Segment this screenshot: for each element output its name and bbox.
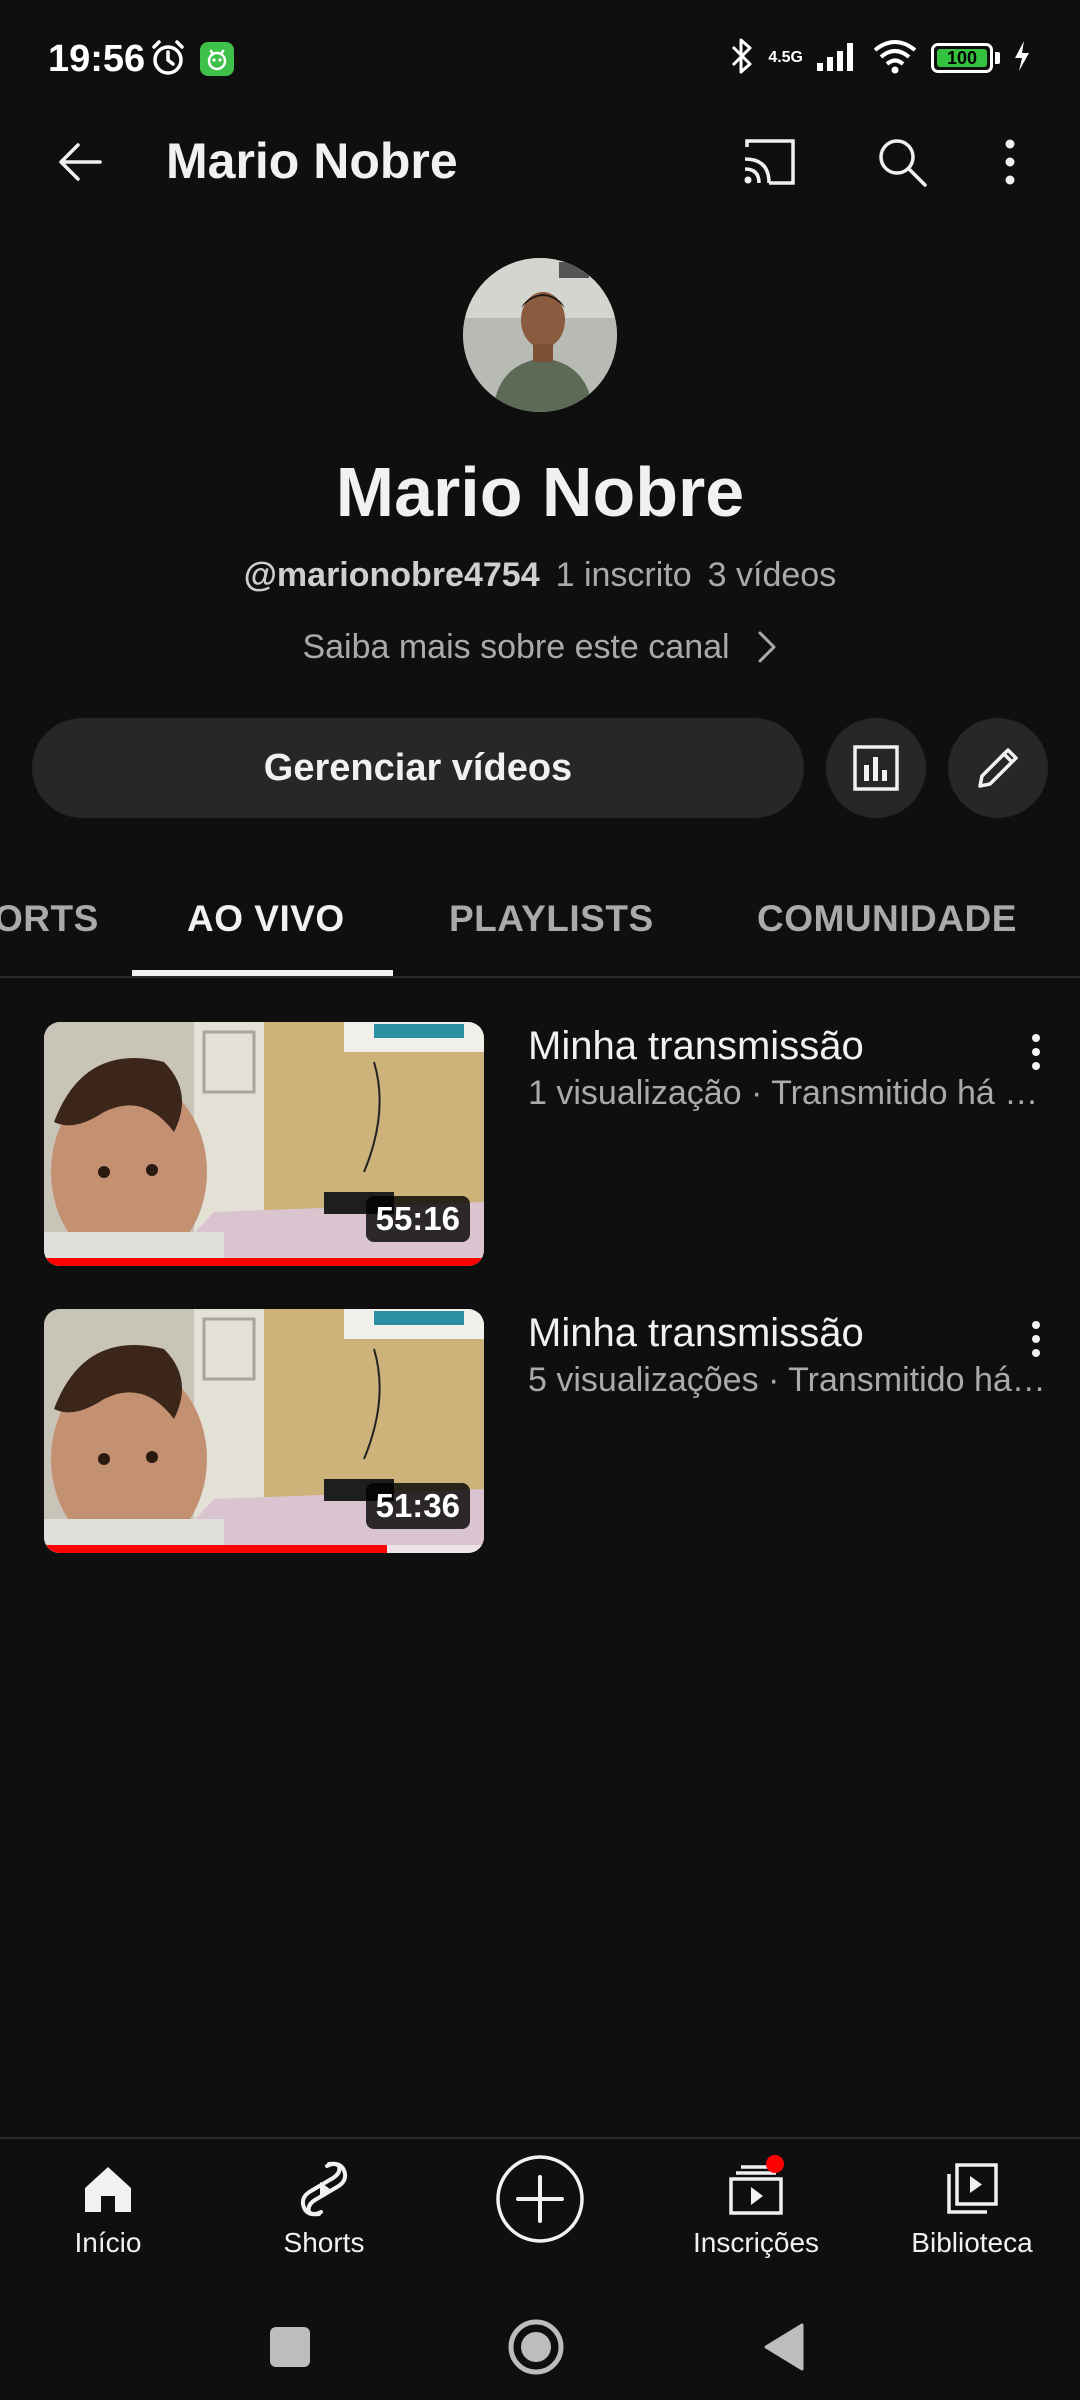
edit-channel-button[interactable] — [948, 718, 1048, 818]
alarm-icon — [148, 38, 188, 78]
wifi-icon — [871, 37, 919, 80]
back-system-button[interactable] — [734, 2297, 834, 2397]
watch-progress-bar — [44, 1545, 388, 1553]
video-title[interactable]: Minha transmissão — [528, 1024, 1018, 1069]
watch-progress-track — [44, 1545, 484, 1553]
video-meta: 5 visualizações · Transmitido há 2 dias — [528, 1361, 1050, 1399]
video-title[interactable]: Minha transmissão — [528, 1311, 1018, 1356]
recents-button[interactable] — [240, 2297, 340, 2397]
app-notification-icon — [200, 42, 234, 76]
tab-shorts[interactable]: ORTS — [0, 860, 99, 978]
back-button[interactable] — [40, 122, 120, 202]
nav-subscriptions[interactable]: Inscrições — [648, 2139, 864, 2299]
status-right-group: 4.5G 100 — [728, 36, 1032, 80]
channel-tabs: ORTS AO VIVO PLAYLISTS COMUNIDADE — [0, 860, 1080, 978]
tab-community[interactable]: COMUNIDADE — [757, 860, 1017, 978]
back-triangle-icon — [764, 2323, 804, 2371]
nav-label: Shorts — [283, 2227, 365, 2258]
signal-icon — [815, 39, 859, 78]
video-count: 3 vídeos — [707, 556, 837, 594]
analytics-icon — [853, 745, 899, 791]
battery-tip — [995, 52, 1000, 64]
watch-progress-bar — [44, 1258, 484, 1266]
nav-library[interactable]: Biblioteca — [864, 2139, 1080, 2299]
edit-pencil-icon — [978, 748, 1018, 788]
chevron-right-icon — [758, 631, 776, 663]
search-icon — [879, 139, 927, 187]
more-vert-icon — [1032, 1321, 1040, 1357]
channel-avatar[interactable] — [463, 258, 617, 412]
tab-live[interactable]: AO VIVO — [187, 860, 345, 978]
analytics-button[interactable] — [826, 718, 926, 818]
bluetooth-icon — [728, 36, 756, 81]
video-more-button[interactable] — [1016, 1022, 1056, 1082]
home-icon — [78, 2159, 138, 2219]
nav-label: Início — [74, 2227, 142, 2258]
about-channel-label: Saiba mais sobre este canal — [302, 627, 730, 666]
nav-create[interactable] — [432, 2139, 648, 2299]
video-thumbnail[interactable]: 51:36 — [44, 1309, 484, 1553]
charging-icon — [1012, 39, 1032, 78]
back-arrow-icon — [59, 143, 102, 181]
battery-icon: 100 — [931, 43, 993, 73]
nav-home[interactable]: Início — [0, 2139, 216, 2299]
video-list-item[interactable]: 55:16 Minha transmissão 1 visualização ·… — [0, 1022, 1080, 1272]
more-vert-icon — [1005, 139, 1015, 185]
video-duration: 55:16 — [365, 1196, 470, 1242]
page-title: Mario Nobre — [166, 133, 458, 189]
system-navigation-bar — [0, 2297, 1080, 2400]
home-system-button[interactable] — [486, 2297, 586, 2397]
video-meta: 1 visualização · Transmitido há 1 dia — [528, 1074, 1050, 1112]
nav-label: Biblioteca — [911, 2227, 1033, 2258]
subscriber-count: 1 inscrito — [555, 556, 692, 594]
bottom-navigation: Início Shorts Inscrições Biblioteca — [0, 2137, 1080, 2297]
subscriptions-icon — [726, 2155, 786, 2219]
video-thumbnail[interactable]: 55:16 — [44, 1022, 484, 1266]
active-tab-indicator — [132, 970, 393, 976]
manage-videos-button[interactable]: Gerenciar vídeos — [32, 718, 804, 818]
nav-shorts[interactable]: Shorts — [216, 2139, 432, 2299]
about-channel-link[interactable]: Saiba mais sobre este canal — [0, 622, 1080, 672]
search-button[interactable] — [862, 122, 942, 202]
home-circle-icon — [508, 2319, 564, 2375]
tab-playlists[interactable]: PLAYLISTS — [449, 860, 654, 978]
video-list-item[interactable]: 51:36 Minha transmissão 5 visualizações … — [0, 1309, 1080, 1559]
status-time: 19:56 — [48, 38, 146, 80]
video-duration: 51:36 — [365, 1483, 470, 1529]
notification-dot — [766, 2155, 784, 2173]
create-plus-icon — [494, 2153, 586, 2245]
battery-level: 100 — [946, 47, 978, 68]
library-icon — [942, 2159, 1002, 2219]
recents-square-icon — [270, 2327, 310, 2367]
channel-meta: @marionobre4754 1 inscrito 3 vídeos — [0, 556, 1080, 595]
watch-progress-track — [44, 1258, 484, 1266]
network-type: 4.5G — [768, 49, 803, 66]
cast-button[interactable] — [730, 122, 810, 202]
video-more-button[interactable] — [1016, 1309, 1056, 1369]
channel-handle: @marionobre4754 — [243, 556, 540, 594]
cast-icon — [744, 139, 795, 185]
channel-name: Mario Nobre — [335, 453, 745, 531]
shorts-icon — [294, 2159, 354, 2219]
more-vert-icon — [1032, 1034, 1040, 1070]
more-options-button[interactable] — [980, 122, 1040, 202]
nav-label: Inscrições — [692, 2227, 820, 2258]
